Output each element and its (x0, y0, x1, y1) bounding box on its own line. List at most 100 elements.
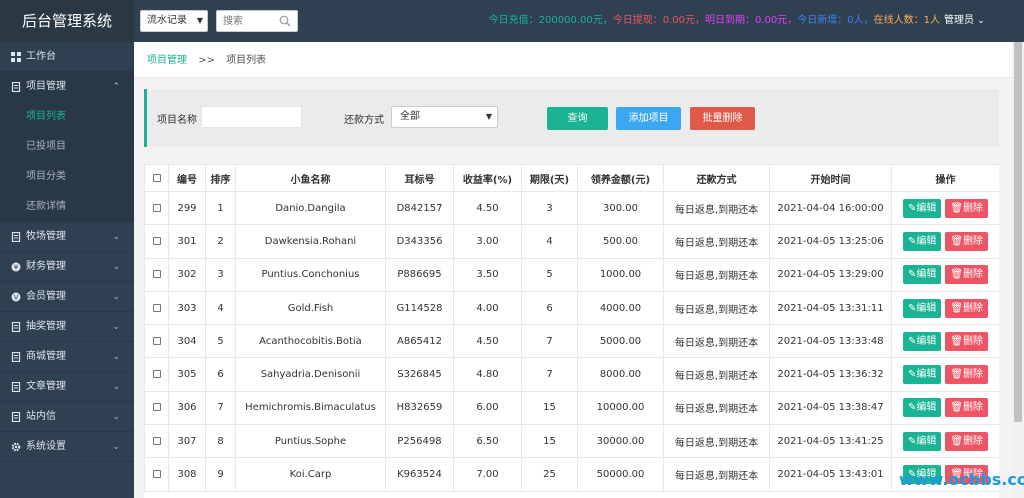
chevron-down-icon: ▼ (485, 112, 492, 121)
sidebar-item[interactable]: 系统设置 ⌄ (0, 432, 134, 462)
row-checkbox[interactable] (152, 436, 161, 445)
watermark: www.ocbbs.com (899, 470, 1024, 489)
edit-button[interactable]: ✎编辑 (902, 265, 942, 285)
delete-button[interactable]: 🗑删除 (945, 431, 989, 451)
column-header: 编号 (168, 164, 206, 192)
sidebar-item[interactable]: 工作台 (0, 42, 134, 72)
table-cell: 4.50 (453, 190, 522, 226)
table-row: 308 9 Koi.Carp K963524 7.00 25 50000.00 每日返息,到期… (144, 457, 999, 492)
page-scrollbar[interactable] (1012, 42, 1024, 498)
table-cell: 3.00 (453, 224, 522, 259)
table-cell: 5000.00 (577, 324, 664, 359)
header-stat: 今日充值：200000.00元， (488, 15, 613, 26)
row-checkbox[interactable] (152, 303, 161, 312)
delete-button[interactable]: 🗑删除 (945, 198, 989, 218)
sidebar-subitem[interactable]: 项目分类 (0, 162, 134, 192)
table-cell: 4.50 (453, 324, 522, 359)
chevron-down-icon: ⌄ (977, 16, 985, 26)
edit-label: 编辑 (916, 269, 937, 281)
sidebar-item[interactable]: 商城管理 ⌄ (0, 342, 134, 372)
repay-method-label: 还款方式 (344, 115, 384, 126)
search-icon[interactable] (279, 15, 291, 27)
row-checkbox[interactable] (152, 336, 161, 345)
sidebar-item[interactable]: V 会员管理 ⌄ (0, 282, 134, 312)
query-button[interactable]: 查询 (547, 107, 608, 130)
table-cell: G114528 (385, 290, 454, 326)
table-cell: 303 (168, 290, 206, 326)
delete-button[interactable]: 🗑删除 (945, 331, 989, 351)
select-all-checkbox[interactable] (152, 173, 161, 182)
table-cell: 50000.00 (577, 457, 664, 492)
table-cell: Puntius.Sophe (235, 424, 386, 459)
edit-button[interactable]: ✎编辑 (902, 431, 942, 451)
table-cell: H832659 (385, 390, 454, 426)
delete-button[interactable]: 🗑删除 (945, 231, 989, 251)
actions-cell: ✎编辑 🗑删除 (891, 257, 999, 292)
table-cell: K963524 (385, 457, 454, 492)
sidebar-subitem[interactable]: 已投项目 (0, 132, 134, 162)
row-checkbox[interactable] (152, 470, 161, 479)
table-cell: 2021-04-05 13:25:06 (769, 224, 892, 259)
sidebar-item[interactable]: 牧场管理 ⌄ (0, 222, 134, 252)
edit-label: 编辑 (916, 302, 937, 314)
table-cell: 8 (205, 424, 236, 459)
row-checkbox[interactable] (152, 236, 161, 245)
sidebar-subitem[interactable]: 还款详情 (0, 192, 134, 222)
table-row: 302 3 Puntius.Conchonius P886695 3.50 5 1000.0… (144, 257, 999, 292)
delete-button[interactable]: 🗑删除 (945, 265, 989, 285)
row-checkbox[interactable] (152, 270, 161, 279)
scrollbar-thumb[interactable] (1014, 42, 1022, 422)
table-cell: 3 (205, 257, 236, 292)
add-project-button[interactable]: 添加项目 (616, 107, 681, 130)
breadcrumb-home[interactable]: 项目管理 (147, 55, 187, 66)
sidebar-item[interactable]: 抽奖管理 ⌄ (0, 312, 134, 342)
batch-delete-button[interactable]: 批量删除 (690, 107, 755, 130)
repay-method-select[interactable]: 全部 ▼ (391, 106, 498, 128)
sidebar-item[interactable]: 项目管理 ⌃ (0, 72, 134, 102)
row-select-cell (144, 290, 169, 326)
row-checkbox[interactable] (152, 403, 161, 412)
project-name-input[interactable] (201, 106, 302, 128)
edit-button[interactable]: ✎编辑 (902, 298, 942, 318)
delete-button[interactable]: 🗑删除 (945, 298, 989, 318)
header-stats: 今日充值：200000.00元，今日提现：0.00元，明日到期：0.00元，今日… (489, 0, 940, 42)
delete-label: 删除 (963, 202, 984, 214)
chevron-up-icon: ⌃ (112, 82, 120, 92)
table-cell: 1000.00 (577, 257, 664, 292)
edit-button[interactable]: ✎编辑 (902, 365, 942, 385)
edit-label: 编辑 (916, 235, 937, 247)
sidebar-item[interactable]: 文章管理 ⌄ (0, 372, 134, 402)
search-input[interactable] (223, 11, 279, 31)
table-cell: 6.00 (453, 390, 522, 426)
actions-cell: ✎编辑 🗑删除 (891, 190, 999, 226)
edit-button[interactable]: ✎编辑 (902, 198, 942, 218)
table-cell: Sahyadria.Denisonii (235, 357, 386, 392)
sidebar-item-label: 会员管理 (26, 291, 66, 302)
sidebar-subitem[interactable]: 项目列表 (0, 102, 134, 132)
edit-button[interactable]: ✎编辑 (902, 398, 942, 418)
delete-button[interactable]: 🗑删除 (945, 398, 989, 418)
edit-label: 编辑 (916, 402, 937, 414)
row-checkbox[interactable] (152, 203, 161, 212)
sidebar-item[interactable]: 站内信 ⌄ (0, 402, 134, 432)
search-box[interactable] (216, 10, 298, 32)
table-cell: 6 (521, 290, 578, 326)
delete-button[interactable]: 🗑删除 (945, 365, 989, 385)
table-row: 303 4 Gold.Fish G114528 4.00 6 4000.00 每日返息,到期还… (144, 290, 999, 326)
edit-button[interactable]: ✎编辑 (902, 231, 942, 251)
row-select-cell (144, 457, 169, 492)
edit-button[interactable]: ✎编辑 (902, 331, 942, 351)
search-type-select[interactable]: 流水记录 ▼ (140, 10, 208, 32)
row-checkbox[interactable] (152, 370, 161, 379)
table-cell: 305 (168, 357, 206, 392)
table-cell: 301 (168, 224, 206, 259)
row-select-cell (144, 357, 169, 392)
project-table: 编号 排序 小鱼名称 耳标号 收益率(%) 期限(天) 领养金额(元) 还款方式 开始时间 操作 … (144, 164, 999, 492)
table-cell: 7 (521, 357, 578, 392)
column-header: 耳标号 (385, 164, 454, 192)
admin-menu[interactable]: 管理员 ⌄ (944, 0, 985, 42)
sidebar-item[interactable]: ¥ 财务管理 ⌄ (0, 252, 134, 282)
table-cell: Hemichromis.Bimaculatus (235, 390, 386, 426)
chevron-down-icon: ⌄ (112, 262, 120, 272)
table-cell: 每日返息,到期还本 (663, 257, 770, 292)
